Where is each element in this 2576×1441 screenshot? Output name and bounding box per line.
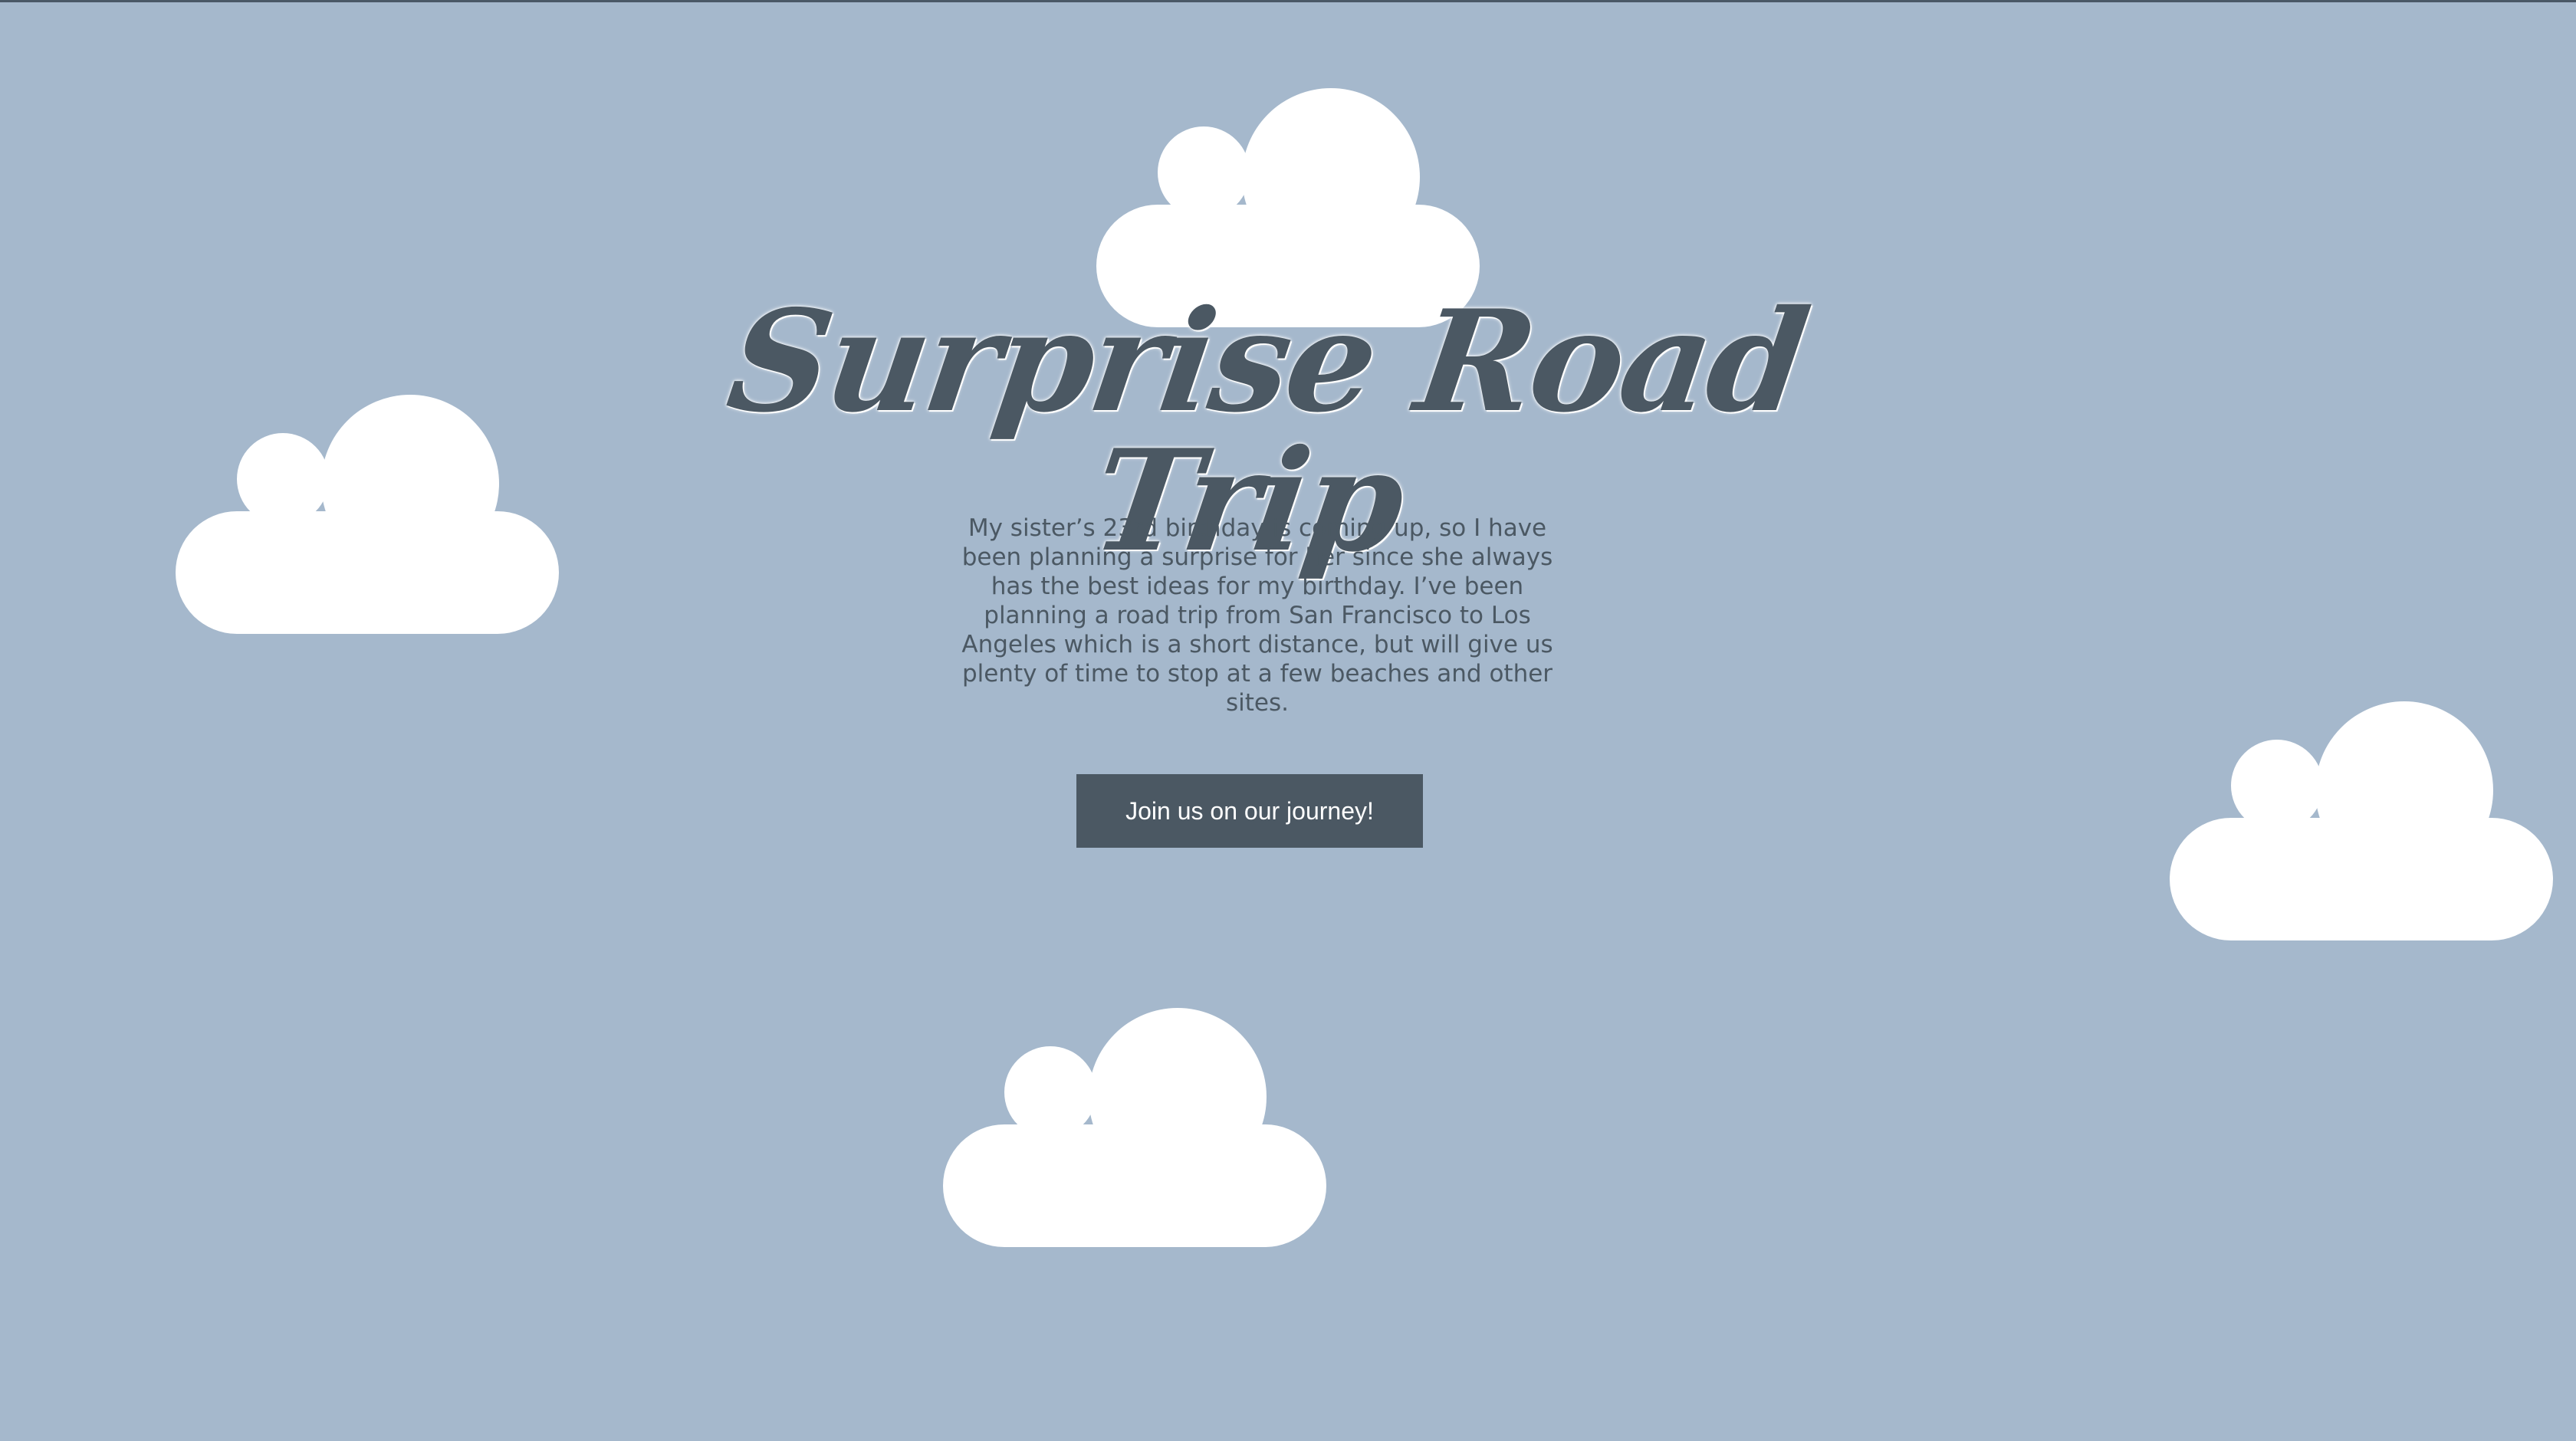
join-journey-button[interactable]: Join us on our journey! <box>1076 774 1423 848</box>
hero-section: Surprise Road Trip My sister’s 23rd birt… <box>0 0 2576 1441</box>
intro-paragraph: My sister’s 23rd birthday is coming up, … <box>961 514 1553 717</box>
